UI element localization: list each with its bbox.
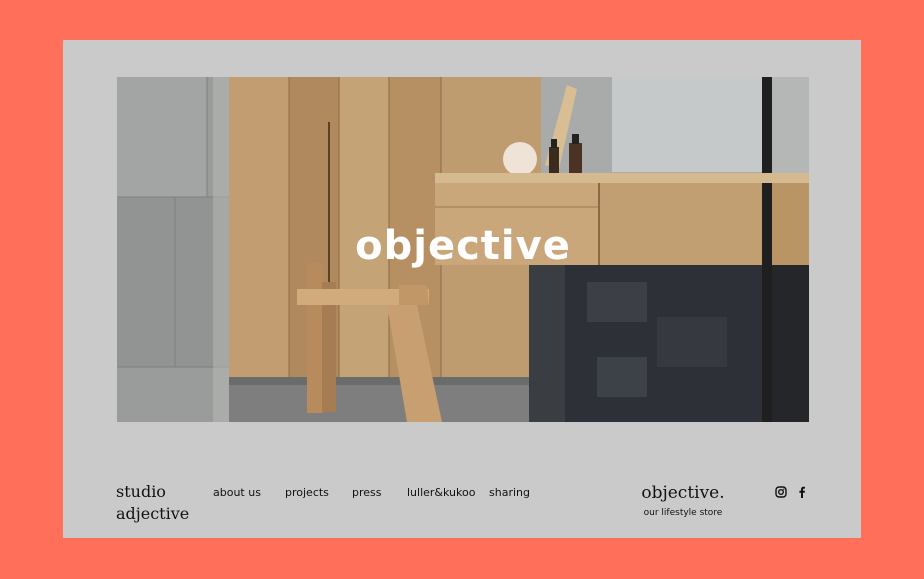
store-name: objective.	[641, 483, 725, 503]
instagram-icon[interactable]	[775, 486, 787, 498]
hero-image: objective	[117, 77, 809, 422]
brand-line-2: adjective	[116, 504, 190, 523]
lifestyle-store-link[interactable]: objective. our lifestyle store	[641, 482, 725, 518]
store-subtitle: our lifestyle store	[643, 508, 723, 518]
nav-press[interactable]: press	[352, 486, 382, 499]
hero-photo	[117, 77, 809, 422]
page-card: objective studio adjective about us proj…	[63, 40, 861, 538]
studio-brand[interactable]: studio adjective	[116, 481, 189, 525]
nav-about-us[interactable]: about us	[213, 486, 261, 499]
facebook-icon[interactable]	[796, 486, 808, 498]
brand-line-1: studio	[116, 482, 166, 501]
footer: studio adjective about us projects press…	[63, 470, 861, 530]
nav-luller-kukoo[interactable]: luller&kukoo	[407, 486, 475, 499]
nav-projects[interactable]: projects	[285, 486, 329, 499]
nav-sharing[interactable]: sharing	[489, 486, 530, 499]
